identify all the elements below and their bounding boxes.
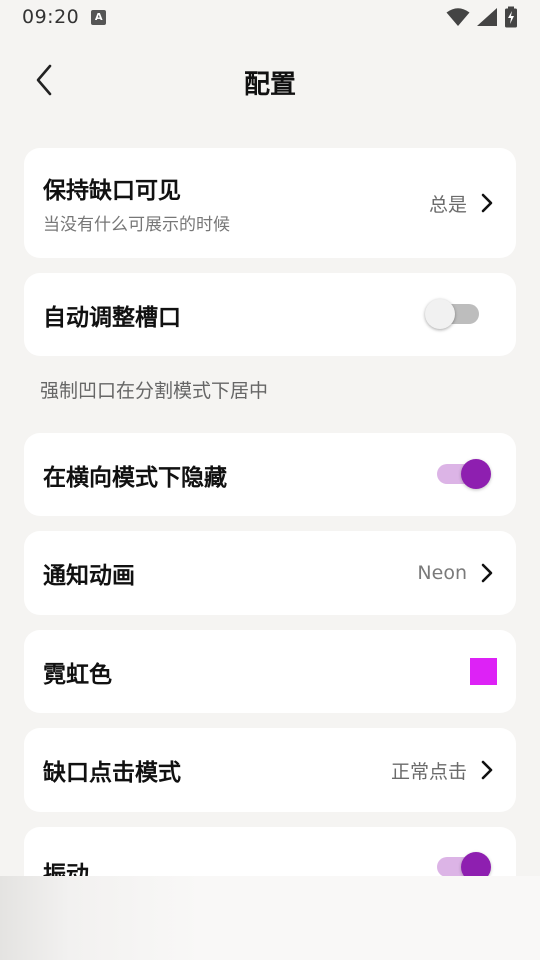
signal-icon [477, 8, 497, 26]
keep-notch-visible-row[interactable]: 保持缺口可见 当没有什么可展示的时候 总是 [24, 148, 516, 258]
auto-adjust-slot-row[interactable]: 自动调整槽口 [24, 273, 516, 356]
switch-thumb [425, 298, 455, 329]
hide-in-landscape-right [433, 458, 491, 492]
text-a-icon: A [91, 9, 107, 25]
bottom-overlay [0, 876, 540, 960]
page-title: 配置 [243, 70, 296, 100]
auto-adjust-slot-switch[interactable] [425, 298, 483, 332]
neon-color-swatch[interactable] [470, 658, 497, 685]
chevron-right-icon [477, 193, 497, 213]
neon-color-right [470, 658, 497, 685]
keep-notch-visible-right: 总是 [429, 190, 497, 217]
switch-thumb [461, 458, 491, 489]
hide-in-landscape-row[interactable]: 在横向模式下隐藏 [24, 433, 516, 516]
keep-notch-visible-value: 总是 [428, 193, 467, 216]
hide-in-landscape-switch[interactable] [433, 458, 491, 492]
chevron-right-icon [477, 563, 497, 583]
neon-color-row[interactable]: 霓虹色 [24, 630, 516, 713]
notch-click-mode-right: 正常点击 [391, 757, 497, 784]
keep-notch-visible-title: 保持缺口可见 [43, 178, 181, 204]
hide-in-landscape-title: 在横向模式下隐藏 [43, 464, 227, 491]
notch-click-mode-row[interactable]: 缺口点击模式 正常点击 [24, 728, 516, 812]
app-bar: 配置 [0, 52, 540, 108]
auto-adjust-slot-right [425, 298, 483, 332]
status-bar: 09:20 A [0, 0, 540, 34]
notch-click-mode-value: 正常点击 [390, 760, 467, 783]
notification-animation-right: Neon [417, 562, 497, 584]
keep-notch-visible-subtitle: 当没有什么可展示的时候 [43, 215, 230, 235]
status-time: 09:20 [22, 6, 80, 28]
auto-adjust-slot-title: 自动调整槽口 [43, 304, 181, 331]
battery-charging-icon [505, 6, 517, 28]
section-note: 强制凹口在分割模式下居中 [40, 380, 269, 402]
notification-animation-title: 通知动画 [43, 563, 135, 589]
notification-animation-row[interactable]: 通知动画 Neon [24, 531, 516, 615]
status-icons [446, 6, 518, 28]
wifi-icon [446, 8, 470, 26]
neon-color-title: 霓虹色 [43, 661, 112, 688]
chevron-right-icon [477, 760, 497, 780]
keep-notch-visible-text: 保持缺口可见 当没有什么可展示的时候 [43, 171, 230, 235]
notch-click-mode-title: 缺口点击模式 [43, 760, 181, 786]
notification-animation-value: Neon [417, 562, 467, 584]
